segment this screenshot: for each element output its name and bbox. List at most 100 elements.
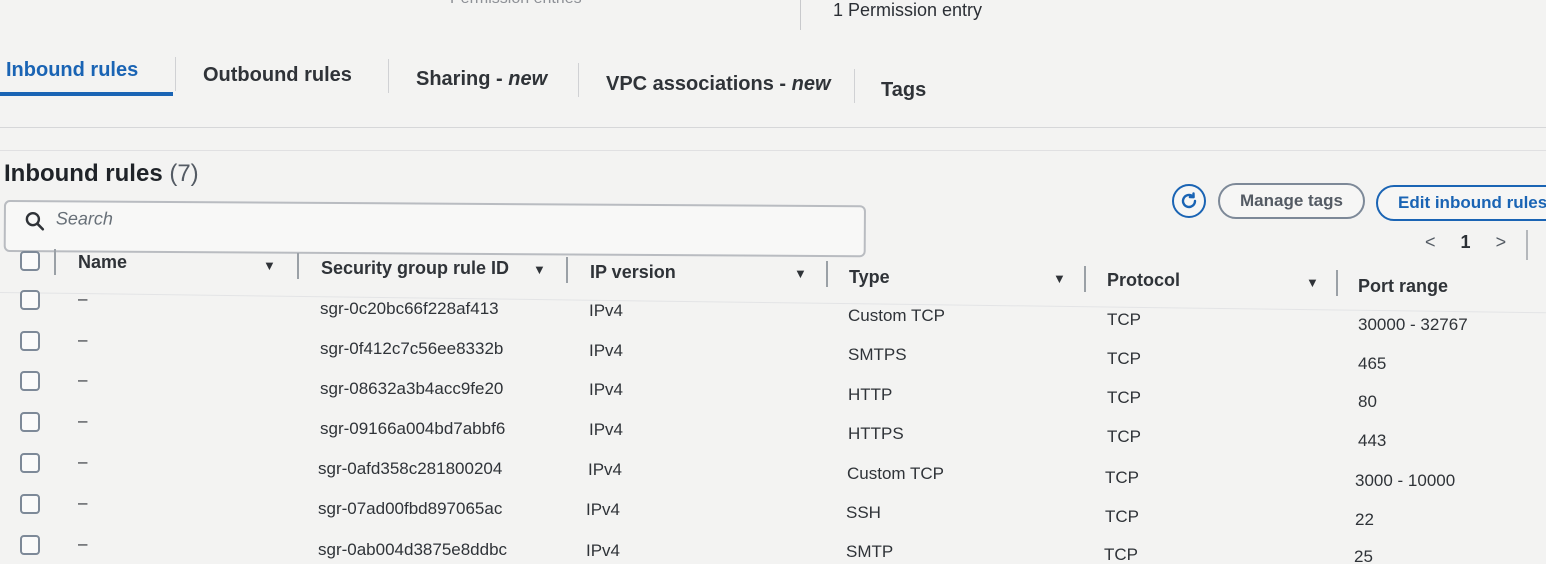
cell-ip-version: IPv4 xyxy=(588,460,623,479)
cell-ip-version: IPv4 xyxy=(589,301,624,320)
section-divider xyxy=(0,150,1546,151)
cell-ip-version: IPv4 xyxy=(589,420,624,439)
tab-tags[interactable]: Tags xyxy=(881,79,926,102)
sort-down-icon[interactable]: ▼ xyxy=(794,266,807,281)
cell-name: – xyxy=(78,330,88,349)
row-checkbox[interactable] xyxy=(20,494,40,514)
cell-rule-id[interactable]: sgr-08632a3b4acc9fe20 xyxy=(320,379,503,399)
refresh-button[interactable] xyxy=(1172,184,1206,218)
cell-name: – xyxy=(78,534,88,553)
cell-protocol: TCP xyxy=(1105,468,1139,487)
row-checkbox[interactable] xyxy=(20,535,40,555)
cell-type: SSH xyxy=(846,503,881,522)
column-divider[interactable] xyxy=(826,261,828,287)
tab-label: Outbound rules xyxy=(203,64,352,86)
cell-name: – xyxy=(78,370,88,389)
tab-divider xyxy=(175,57,176,91)
tab-inbound-rules[interactable]: Inbound rules xyxy=(6,59,138,82)
manage-tags-button[interactable]: Manage tags xyxy=(1218,183,1365,219)
cell-name: – xyxy=(78,493,88,512)
cell-protocol: TCP xyxy=(1105,507,1139,526)
sort-down-icon[interactable]: ▼ xyxy=(533,262,546,277)
cell-port-range: 25 xyxy=(1354,547,1373,564)
tab-label: Tags xyxy=(881,79,927,101)
tab-divider xyxy=(388,59,389,93)
cell-protocol: TCP xyxy=(1107,388,1141,407)
column-divider[interactable] xyxy=(1084,266,1086,292)
column-header-rule-id[interactable]: Security group rule ID xyxy=(321,258,509,279)
manage-tags-label: Manage tags xyxy=(1240,191,1343,210)
rule-count: (7) xyxy=(169,160,199,187)
cell-type: SMTP xyxy=(846,542,894,561)
page-title: Inbound rules (7) xyxy=(4,160,199,188)
column-header-ip-version[interactable]: IP version xyxy=(590,262,676,283)
tab-outbound-rules[interactable]: Outbound rules xyxy=(203,64,352,87)
header-divider xyxy=(0,292,1546,314)
tabs-divider xyxy=(0,127,1546,128)
column-divider xyxy=(54,249,56,275)
cell-port-range: 465 xyxy=(1358,354,1387,373)
permission-entries-label: Permission entries xyxy=(450,0,582,8)
column-header-port-range[interactable]: Port range xyxy=(1358,276,1448,297)
sort-down-icon[interactable]: ▼ xyxy=(263,258,276,273)
cell-port-range: 80 xyxy=(1358,392,1377,411)
sort-down-icon[interactable]: ▼ xyxy=(1053,271,1066,286)
cell-rule-id[interactable]: sgr-0f412c7c56ee8332b xyxy=(320,339,503,359)
cell-type: HTTP xyxy=(848,385,893,404)
cell-ip-version: IPv4 xyxy=(589,341,624,360)
column-header-type[interactable]: Type xyxy=(849,267,890,288)
sort-down-icon[interactable]: ▼ xyxy=(1306,275,1319,290)
divider xyxy=(800,0,801,30)
permission-entry-count: 1 Permission entry xyxy=(833,0,983,20)
cell-rule-id[interactable]: sgr-09166a004bd7abbf6 xyxy=(320,419,505,439)
cell-port-range: 443 xyxy=(1358,431,1387,450)
cell-ip-version: IPv4 xyxy=(586,500,621,519)
refresh-icon xyxy=(1181,192,1197,209)
cell-type: HTTPS xyxy=(848,424,904,443)
search-icon xyxy=(25,211,45,231)
search-placeholder: Search xyxy=(55,208,113,229)
column-header-protocol[interactable]: Protocol xyxy=(1107,270,1180,291)
cell-type: Custom TCP xyxy=(847,464,944,483)
title-text: Inbound rules xyxy=(4,160,163,187)
row-checkbox[interactable] xyxy=(20,412,40,432)
cell-protocol: TCP xyxy=(1107,349,1141,368)
cell-type: Custom TCP xyxy=(848,306,945,325)
cell-rule-id[interactable]: sgr-0c20bc66f228af413 xyxy=(320,299,499,319)
cell-port-range: 3000 - 10000 xyxy=(1355,471,1456,490)
security-group-page: Permission entries 1 Permission entry In… xyxy=(0,0,1546,564)
tab-sharing[interactable]: Sharing - new xyxy=(416,68,547,91)
tab-new-badge: new xyxy=(791,73,831,95)
top-summary: Permission entries 1 Permission entry xyxy=(0,0,1546,40)
tab-bar: Inbound rules Outbound rules Sharing - n… xyxy=(0,55,1546,111)
cell-name: – xyxy=(78,411,88,430)
tab-label: VPC associations - xyxy=(606,73,792,95)
cell-ip-version: IPv4 xyxy=(586,541,621,560)
column-divider[interactable] xyxy=(1336,270,1338,296)
row-checkbox[interactable] xyxy=(20,453,40,473)
tab-label: Sharing - xyxy=(416,68,509,90)
active-tab-indicator xyxy=(0,92,173,96)
select-all-checkbox[interactable] xyxy=(20,251,40,271)
cell-name: – xyxy=(78,289,88,308)
column-divider[interactable] xyxy=(566,257,568,283)
cell-protocol: TCP xyxy=(1104,545,1138,564)
cell-name: – xyxy=(78,452,88,471)
edit-inbound-rules-button[interactable]: Edit inbound rules xyxy=(1376,185,1546,221)
row-checkbox[interactable] xyxy=(20,371,40,391)
column-header-name[interactable]: Name xyxy=(78,252,127,273)
tab-label: Inbound rules xyxy=(6,59,139,81)
cell-rule-id[interactable]: sgr-07ad00fbd897065ac xyxy=(318,499,502,519)
edit-inbound-rules-label: Edit inbound rules xyxy=(1398,193,1546,212)
row-checkbox[interactable] xyxy=(20,331,40,351)
cell-rule-id[interactable]: sgr-0ab004d3875e8ddbc xyxy=(318,540,507,560)
cell-port-range: 30000 - 32767 xyxy=(1358,315,1468,334)
row-checkbox[interactable] xyxy=(20,290,40,310)
tab-divider xyxy=(578,63,579,97)
cell-rule-id[interactable]: sgr-0afd358c281800204 xyxy=(318,459,502,479)
cell-protocol: TCP xyxy=(1107,310,1141,329)
tab-vpc-associations[interactable]: VPC associations - new xyxy=(606,73,831,96)
cell-ip-version: IPv4 xyxy=(589,380,624,399)
inbound-rules-table: Name ▼ Security group rule ID ▼ IP versi… xyxy=(0,240,1546,564)
column-divider[interactable] xyxy=(297,253,299,279)
